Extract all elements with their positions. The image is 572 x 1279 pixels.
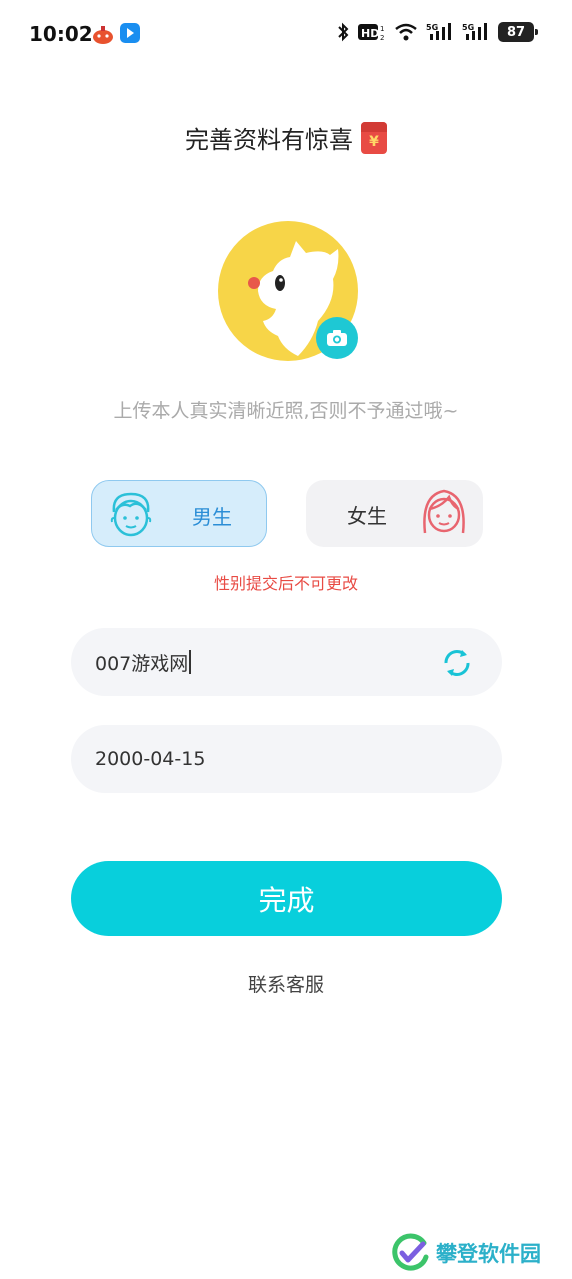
done-button[interactable]: 完成: [71, 861, 502, 936]
svg-text:5G: 5G: [426, 23, 438, 32]
bilibili-app-icon: [120, 23, 140, 43]
gender-warning: 性别提交后不可更改: [213, 574, 358, 593]
signal-5g-icon: 5G: [426, 23, 451, 40]
birthday-value: 2000-04-15: [95, 748, 206, 770]
upload-photo-button[interactable]: [316, 317, 358, 359]
status-right-icons: HD 1 2 5G 5G 87: [336, 22, 538, 42]
status-bar: 10:02 HD 1 2 5G 5G 87: [0, 0, 572, 70]
notification-app-icon: [93, 26, 113, 44]
red-packet-symbol: ¥: [369, 133, 379, 150]
nickname-input[interactable]: 007游戏网: [71, 628, 502, 696]
girl-face-icon: [423, 489, 465, 534]
contact-support-link[interactable]: 联系客服: [0, 970, 572, 997]
text-caret: [189, 650, 191, 674]
wifi-icon: [395, 23, 417, 41]
gender-female-button[interactable]: 女生: [306, 480, 483, 547]
svg-text:2: 2: [380, 34, 384, 42]
refresh-icon[interactable]: [440, 646, 474, 680]
page-header: 完善资料有惊喜 ¥: [0, 120, 572, 155]
camera-icon: [327, 330, 347, 346]
nickname-value: 007游戏网: [95, 652, 189, 675]
bluetooth-icon: [338, 22, 349, 42]
battery-indicator: 87: [498, 22, 538, 42]
page-title: 完善资料有惊喜: [185, 126, 353, 154]
svg-text:HD: HD: [361, 27, 379, 40]
hd-icon: HD 1 2: [358, 24, 384, 42]
watermark-logo-icon: [392, 1233, 429, 1271]
birthday-field[interactable]: 2000-04-15: [71, 725, 502, 793]
signal-5g-icon: 5G: [462, 23, 487, 40]
avatar-hint: 上传本人真实清晰近照,否则不予通过哦~: [113, 400, 459, 422]
watermark-text: 攀登软件园: [436, 1242, 541, 1266]
status-time: 10:02: [29, 22, 93, 46]
gender-male-button[interactable]: 男生: [91, 480, 267, 547]
status-app-icons: [92, 23, 140, 45]
boy-face-icon: [110, 492, 152, 537]
gender-male-label: 男生: [192, 505, 232, 529]
watermark: 攀登软件园: [390, 1233, 541, 1273]
red-packet-icon: ¥: [361, 121, 387, 154]
gender-female-label: 女生: [347, 504, 387, 528]
svg-text:5G: 5G: [462, 23, 474, 32]
svg-text:1: 1: [380, 25, 384, 33]
